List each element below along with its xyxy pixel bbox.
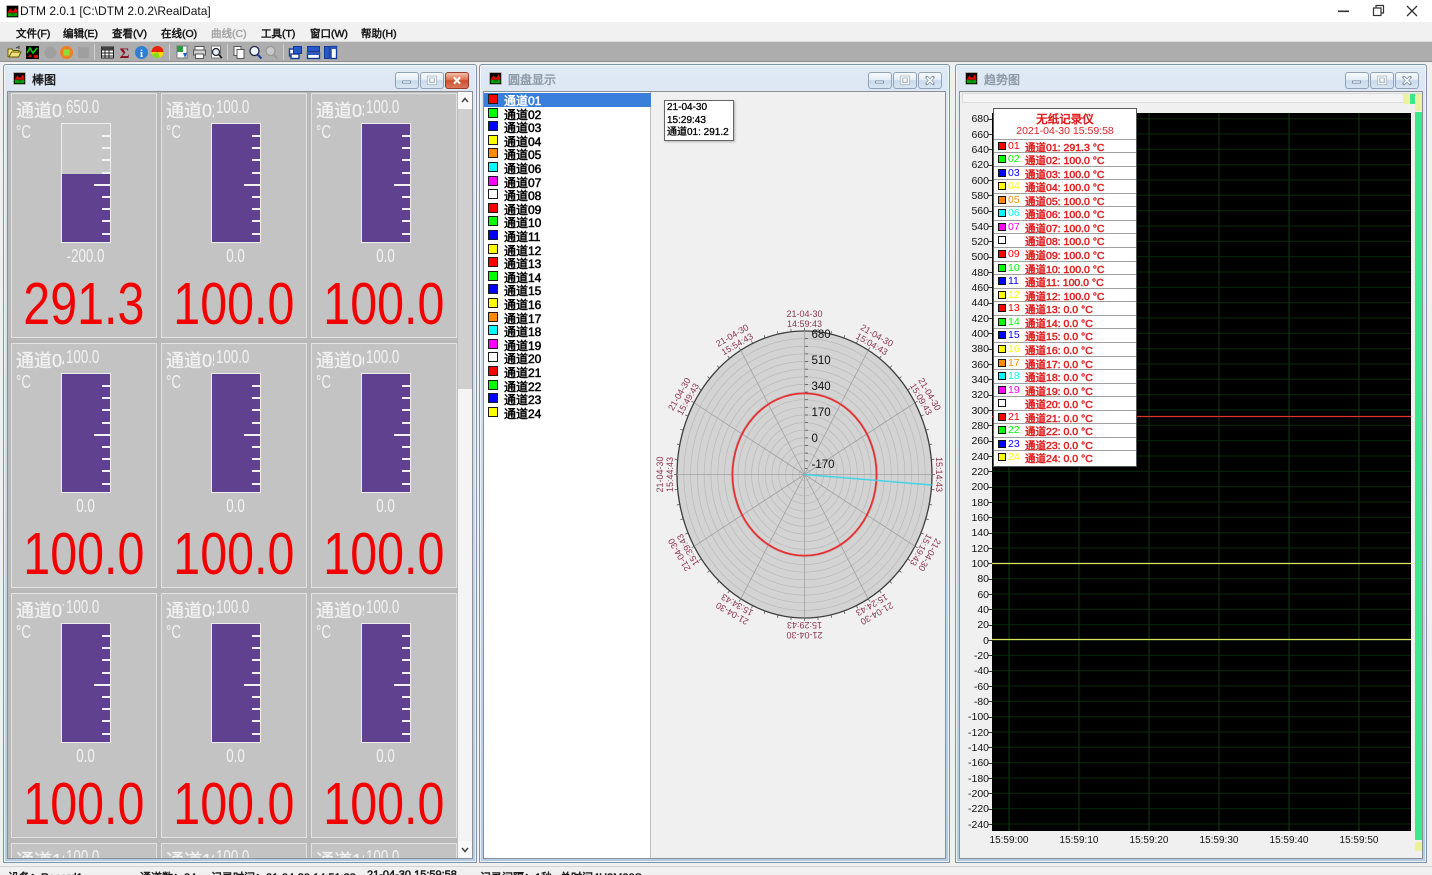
svg-text:21-04-30: 21-04-30	[786, 309, 822, 319]
svg-text:15:14:43: 15:14:43	[934, 457, 944, 492]
svg-text:14:59:43: 14:59:43	[787, 319, 822, 329]
svg-text:15:44:43: 15:44:43	[665, 457, 675, 492]
svg-text:510: 510	[812, 355, 831, 367]
svg-text:170: 170	[812, 407, 831, 419]
svg-text:Σ: Σ	[120, 46, 130, 60]
svg-text:i: i	[140, 48, 143, 60]
svg-text:-170: -170	[812, 459, 835, 471]
svg-text:680: 680	[812, 329, 831, 341]
svg-text:21-04-30: 21-04-30	[655, 456, 665, 492]
svg-text:21-04-30: 21-04-30	[786, 630, 822, 640]
svg-text:15:29:43: 15:29:43	[787, 620, 822, 630]
svg-text:340: 340	[812, 381, 831, 393]
svg-text:0: 0	[812, 433, 818, 445]
